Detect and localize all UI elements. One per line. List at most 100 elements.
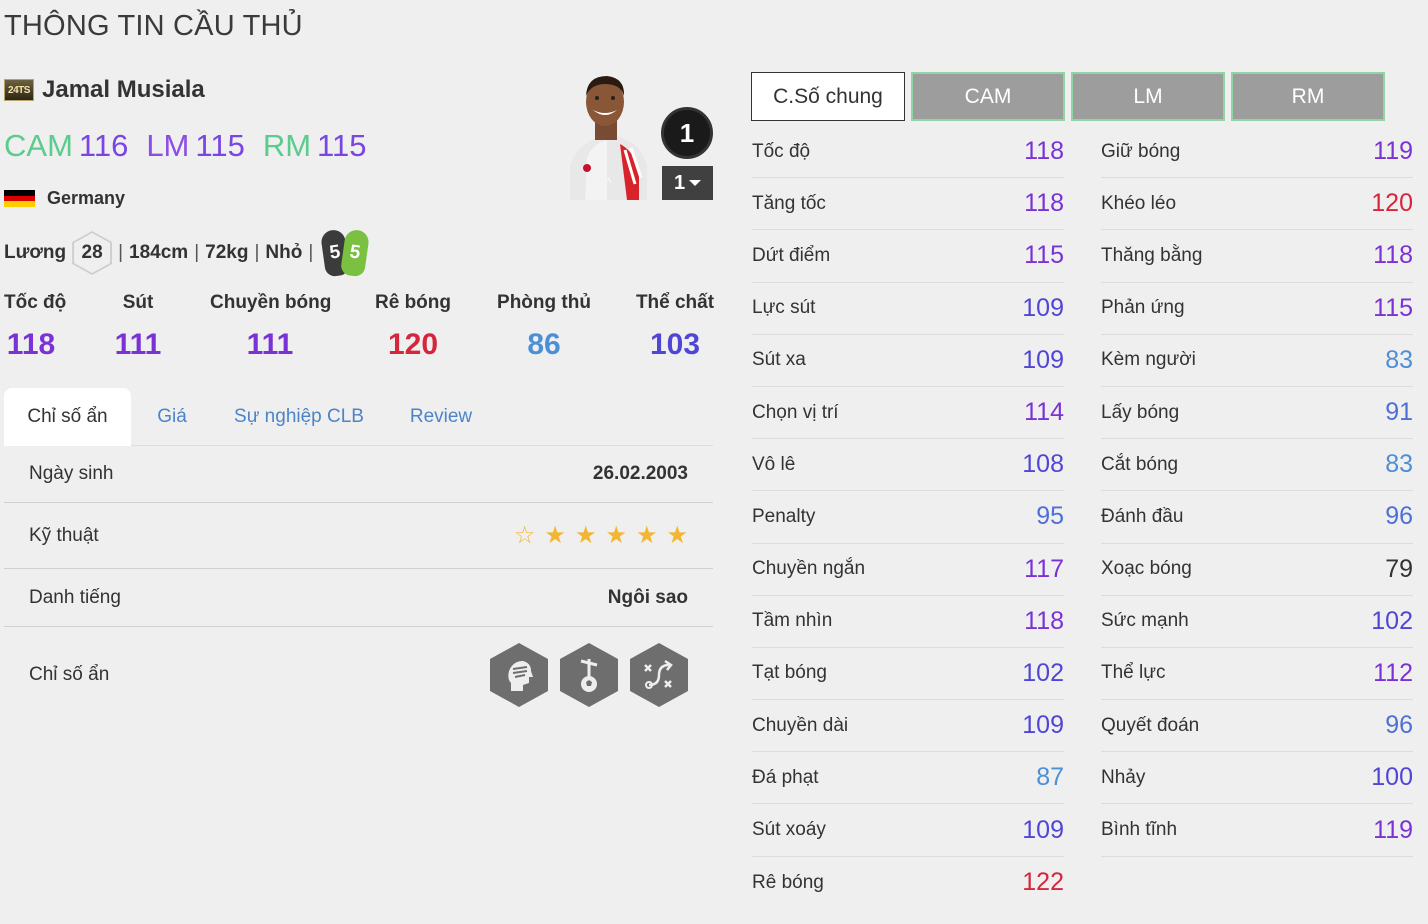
tab-hidden-stats[interactable]: Chỉ số ẩn: [4, 388, 131, 446]
stat-row: Sức mạnh 102: [1101, 596, 1413, 648]
stat-name: Kèm người: [1101, 349, 1196, 371]
stats-column-left: Tốc độ 118 Tăng tốc 118 Dứt điểm 115 Lực sút 10…: [752, 126, 1064, 909]
skill-stars: ☆ ★ ★ ★ ★ ★: [513, 521, 688, 549]
player-info-row: Lương 28 | 184cm | 72kg | Nhỏ | 5 5: [4, 228, 371, 278]
stat-value: 114: [1024, 398, 1064, 427]
stat-row: Phản ứng 115: [1101, 283, 1413, 335]
tab-club-career[interactable]: Sự nghiệp CLB: [225, 388, 373, 446]
skill-label: Kỹ thuật: [29, 524, 99, 546]
position-rating-lm: LM 115: [146, 128, 245, 164]
stat-value: 118: [1373, 241, 1413, 270]
stat-name: Tầm nhìn: [752, 610, 833, 632]
stat-row: Khéo léo 120: [1101, 178, 1413, 231]
weak-foot-badge: 5 5: [320, 228, 371, 278]
stat-name: Xoạc bóng: [1101, 558, 1192, 580]
stat-row: Rê bóng 122: [752, 857, 1064, 909]
position-name: CAM: [4, 128, 73, 163]
main-stat-dribbling: Rê bóng 120: [375, 292, 451, 361]
stat-name: Sức mạnh: [1101, 610, 1189, 632]
stat-value: 83: [1385, 345, 1413, 374]
reputation-value: Ngôi sao: [607, 586, 688, 608]
stat-name: Thăng bằng: [1101, 244, 1203, 266]
head-traits-icon[interactable]: [490, 643, 548, 707]
stat-value: 83: [1385, 450, 1413, 479]
stat-row: Dứt điểm 115: [752, 230, 1064, 283]
position-ratings: CAM 116 LM 115 RM 115: [4, 128, 366, 164]
position-value: 116: [78, 128, 129, 163]
tab-review[interactable]: Review: [397, 388, 485, 446]
stat-name: Rê bóng: [752, 871, 824, 893]
stats-column-right: Giữ bóng 119 Khéo léo 120 Thăng bằng 118 Phản …: [1101, 126, 1413, 857]
stat-value: 115: [1373, 293, 1413, 322]
stat-value: 109: [1022, 711, 1064, 740]
stat-row: Sút xoáy 109: [752, 804, 1064, 857]
star-icon: ★: [544, 521, 566, 549]
stat-name: Giữ bóng: [1101, 140, 1181, 162]
stat-value: 108: [1022, 450, 1064, 479]
player-name-row: 24TS Jamal Musiala: [4, 76, 205, 104]
stat-value: 115: [1024, 241, 1064, 270]
stat-value: 109: [1022, 815, 1064, 844]
salary-label: Lương: [4, 242, 67, 263]
position-value: 115: [317, 128, 367, 163]
stat-row: Lực sút 109: [752, 283, 1064, 335]
tab-rm[interactable]: RM: [1231, 72, 1385, 121]
stat-name: Tốc độ: [752, 140, 811, 162]
position-name: RM: [262, 128, 312, 163]
page-title: THÔNG TIN CẦU THỦ: [4, 10, 303, 42]
right-foot-icon: 5: [340, 228, 371, 278]
nation-row: Germany: [4, 188, 125, 209]
stat-name: Nhảy: [1101, 766, 1146, 788]
tab-lm[interactable]: LM: [1071, 72, 1225, 121]
stat-name: Chọn vị trí: [752, 401, 839, 423]
stat-name: Phản ứng: [1101, 297, 1185, 319]
stat-value: 118: [1024, 189, 1064, 218]
stat-name: Bình tĩnh: [1101, 819, 1178, 841]
upgrade-level-select[interactable]: 1: [662, 166, 713, 200]
stat-value: 122: [1022, 868, 1064, 897]
stat-value: 100: [1371, 763, 1413, 792]
stat-value: 96: [1385, 711, 1413, 740]
stat-value: 109: [1022, 293, 1064, 322]
main-stat-shooting: Sút 111: [114, 292, 162, 361]
upgrade-level-value: 1: [673, 171, 686, 194]
star-icon: ★: [605, 521, 627, 549]
nation-name: Germany: [47, 188, 126, 208]
height-value: 184cm: [129, 242, 189, 263]
info-tabs: Chỉ số ẩn Giá Sự nghiệp CLB Review: [4, 388, 713, 446]
tab-cam[interactable]: CAM: [911, 72, 1065, 121]
star-outline-icon: ☆: [513, 521, 536, 549]
reputation-label: Danh tiếng: [29, 586, 121, 608]
tab-overall-stats[interactable]: C.Số chung: [751, 72, 905, 121]
stat-row: Kèm người 83: [1101, 335, 1413, 387]
main-stat-pace: Tốc độ 118: [4, 292, 67, 361]
stat-row: Tầm nhìn 118: [752, 596, 1064, 648]
detail-row-hidden-stats: Chỉ số ẩn: [4, 627, 713, 723]
stat-row: Cắt bóng 83: [1101, 439, 1413, 492]
stat-value: 120: [1371, 189, 1413, 218]
stat-name: Chuyền ngắn: [752, 558, 866, 580]
season-badge: 24TS: [4, 79, 34, 101]
tactics-icon[interactable]: [630, 643, 688, 707]
star-icon: ★: [635, 521, 658, 549]
position-value: 115: [195, 128, 245, 163]
player-name: Jamal Musiala: [42, 76, 205, 103]
birthdate-value: 26.02.2003: [592, 463, 688, 484]
puppet-football-icon[interactable]: [560, 643, 618, 707]
stat-row: Penalty 95: [752, 491, 1064, 544]
stat-value: 118: [1024, 606, 1064, 635]
stat-row: Sút xa 109: [752, 335, 1064, 387]
stat-value: 118: [1024, 137, 1064, 166]
tab-price[interactable]: Giá: [139, 388, 205, 446]
main-stat-physical: Thể chất 103: [635, 292, 715, 361]
star-icon: ★: [666, 521, 688, 549]
stat-name: Quyết đoán: [1101, 714, 1200, 736]
stat-row: Giữ bóng 119: [1101, 126, 1413, 179]
stat-value: 117: [1024, 554, 1064, 583]
player-photo: T: [570, 76, 647, 200]
stat-row: Chuyền dài 109: [752, 700, 1064, 753]
stat-name: Khéo léo: [1101, 192, 1177, 214]
stat-value: 87: [1036, 763, 1064, 792]
stat-value: 95: [1036, 502, 1064, 531]
salary-badge: 28: [72, 231, 113, 275]
